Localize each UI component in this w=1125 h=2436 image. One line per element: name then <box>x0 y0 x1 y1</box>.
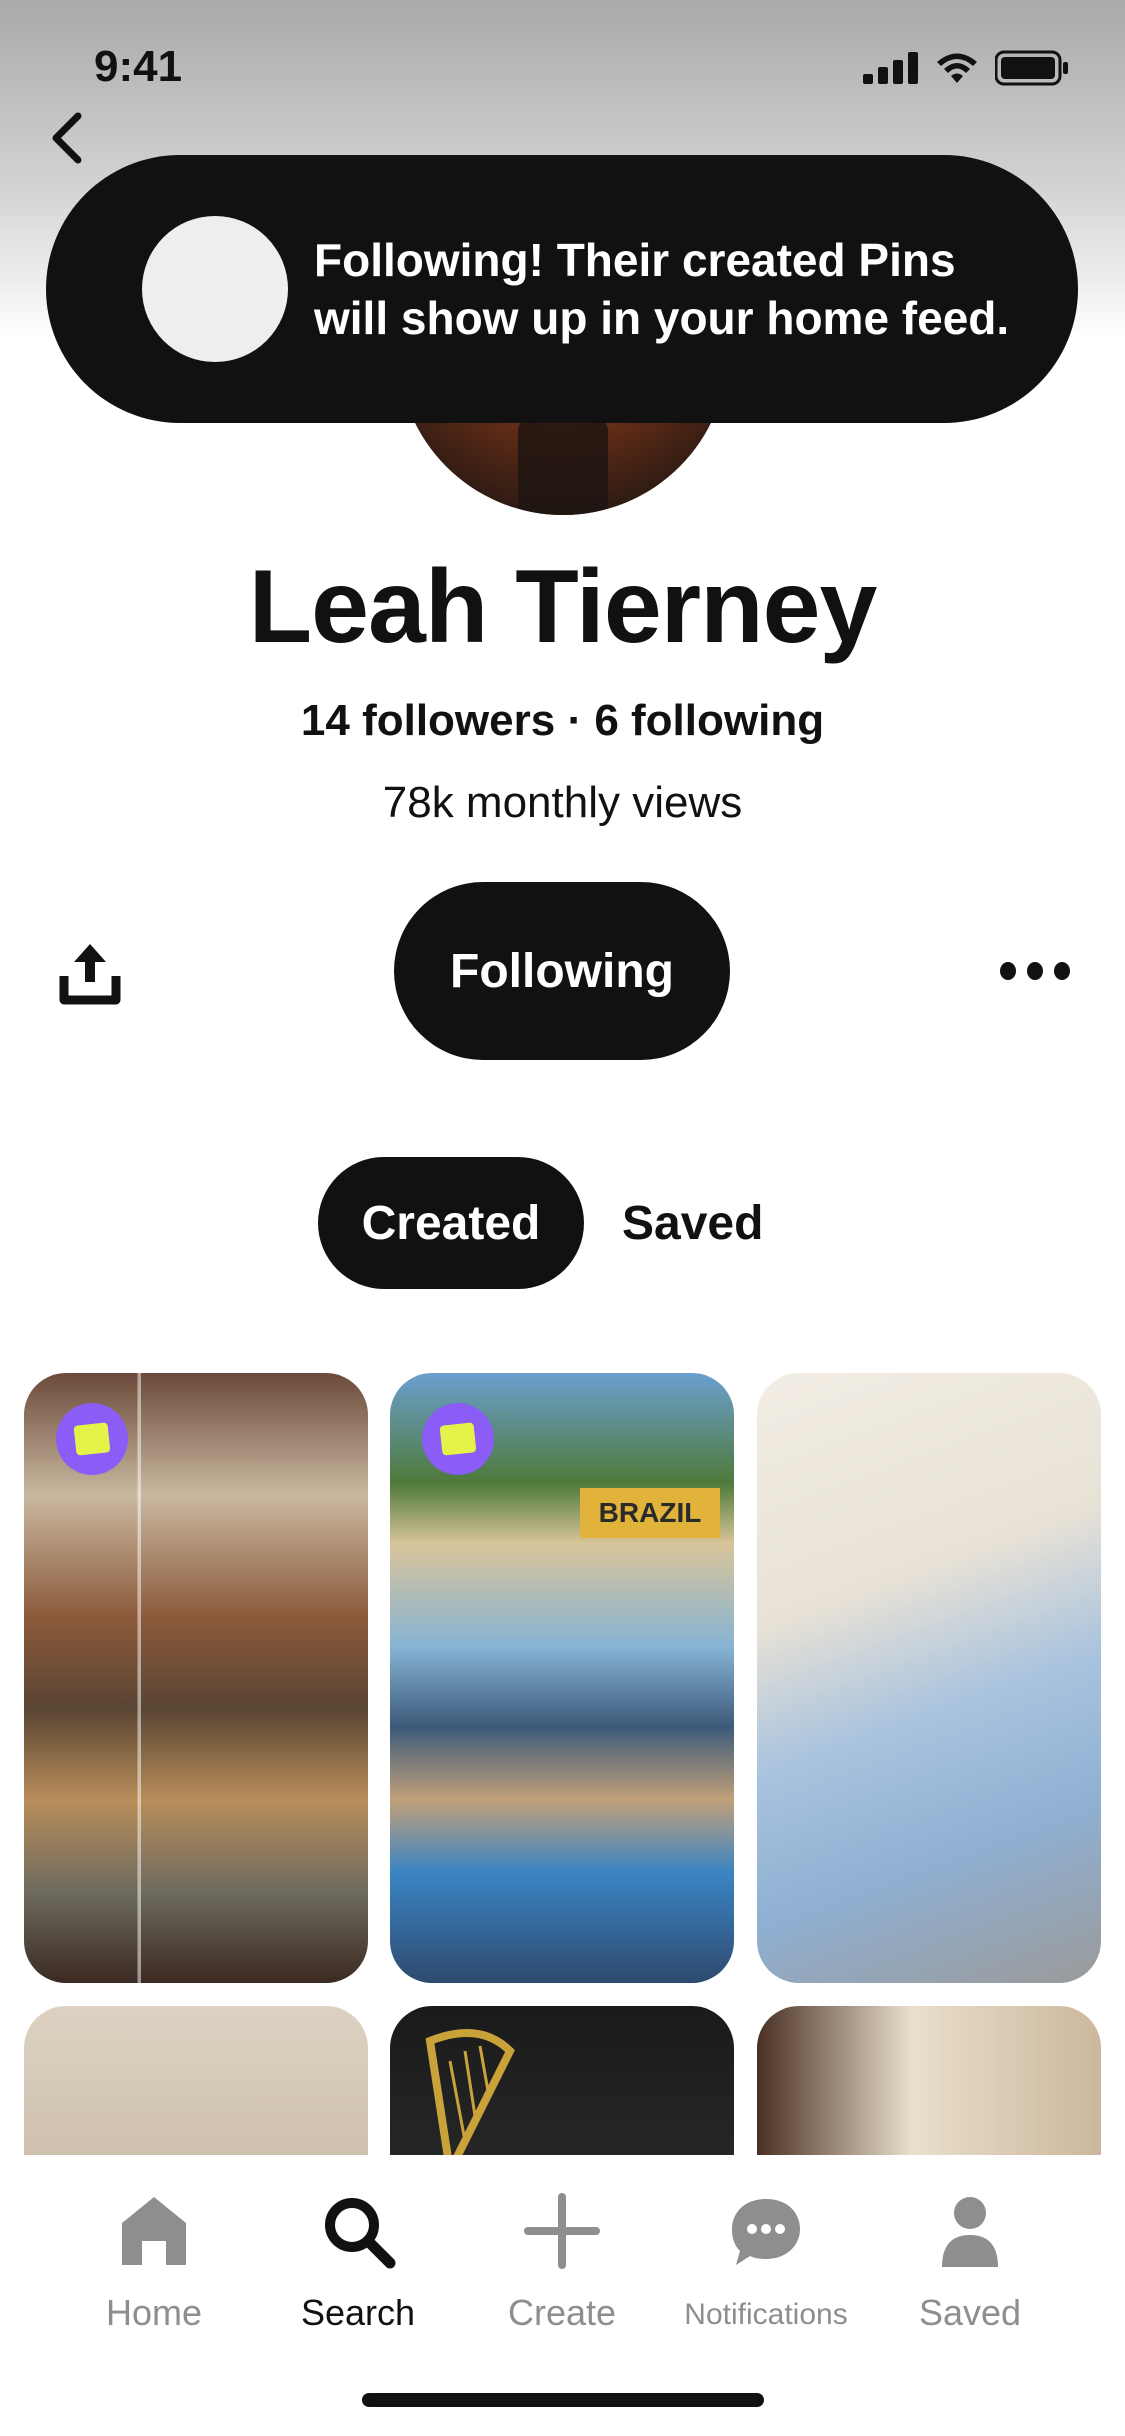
tab-home[interactable]: Home <box>64 2191 244 2334</box>
following-toast: Following! Their created Pins will show … <box>46 155 1078 423</box>
tab-saved[interactable]: Saved <box>606 1157 779 1289</box>
profile-name: Leah Tierney <box>248 549 878 665</box>
home-icon <box>122 2197 186 2265</box>
idea-pin-badge <box>422 1403 494 1475</box>
brazil-sign: BRAZIL <box>580 1488 720 1538</box>
tab-create-label: Create <box>507 2292 617 2333</box>
pin-brazil-collage[interactable]: BRAZIL <box>390 1373 734 1983</box>
tab-create[interactable]: Create <box>472 2191 652 2334</box>
tab-search[interactable]: Search <box>268 2191 448 2334</box>
pin-home-decor-collage[interactable] <box>24 1373 368 1983</box>
status-icons <box>863 50 1069 86</box>
tab-notifications[interactable]: Notifications <box>676 2191 856 2332</box>
tab-saved-label: Saved <box>918 2292 1022 2333</box>
chat-bubble-icon <box>732 2199 800 2265</box>
tab-home-label: Home <box>105 2292 203 2333</box>
follow-stats[interactable]: 14 followers · 6 following <box>0 696 1125 746</box>
person-icon <box>942 2197 998 2267</box>
back-button[interactable] <box>46 108 86 168</box>
search-icon <box>325 2198 396 2269</box>
following-button[interactable]: Following <box>394 882 730 1060</box>
more-options-button[interactable] <box>1000 962 1070 982</box>
dot <box>1027 962 1043 980</box>
wifi-icon <box>937 53 977 83</box>
toast-avatar <box>142 216 288 362</box>
pin-jeans-outfit[interactable] <box>757 1373 1101 1983</box>
dot <box>1054 962 1070 980</box>
share-button[interactable] <box>58 938 122 1006</box>
signal-icon <box>863 52 918 84</box>
toast-message: Following! Their created Pins will show … <box>314 234 1010 344</box>
tab-saved-profile[interactable]: Saved <box>880 2191 1060 2334</box>
battery-icon <box>995 50 1068 86</box>
tab-notifications-label: Notifications <box>684 2298 848 2331</box>
share-icon <box>59 944 121 1005</box>
home-indicator <box>362 2393 764 2407</box>
monthly-views: 78k monthly views <box>382 778 743 827</box>
status-time: 9:41 <box>94 42 183 91</box>
dot <box>1000 962 1016 980</box>
tab-search-label: Search <box>300 2292 416 2333</box>
back-arrow-icon <box>52 112 82 164</box>
idea-pin-badge <box>56 1403 128 1475</box>
tab-created[interactable]: Created <box>318 1157 584 1289</box>
plus-icon <box>524 2193 600 2269</box>
